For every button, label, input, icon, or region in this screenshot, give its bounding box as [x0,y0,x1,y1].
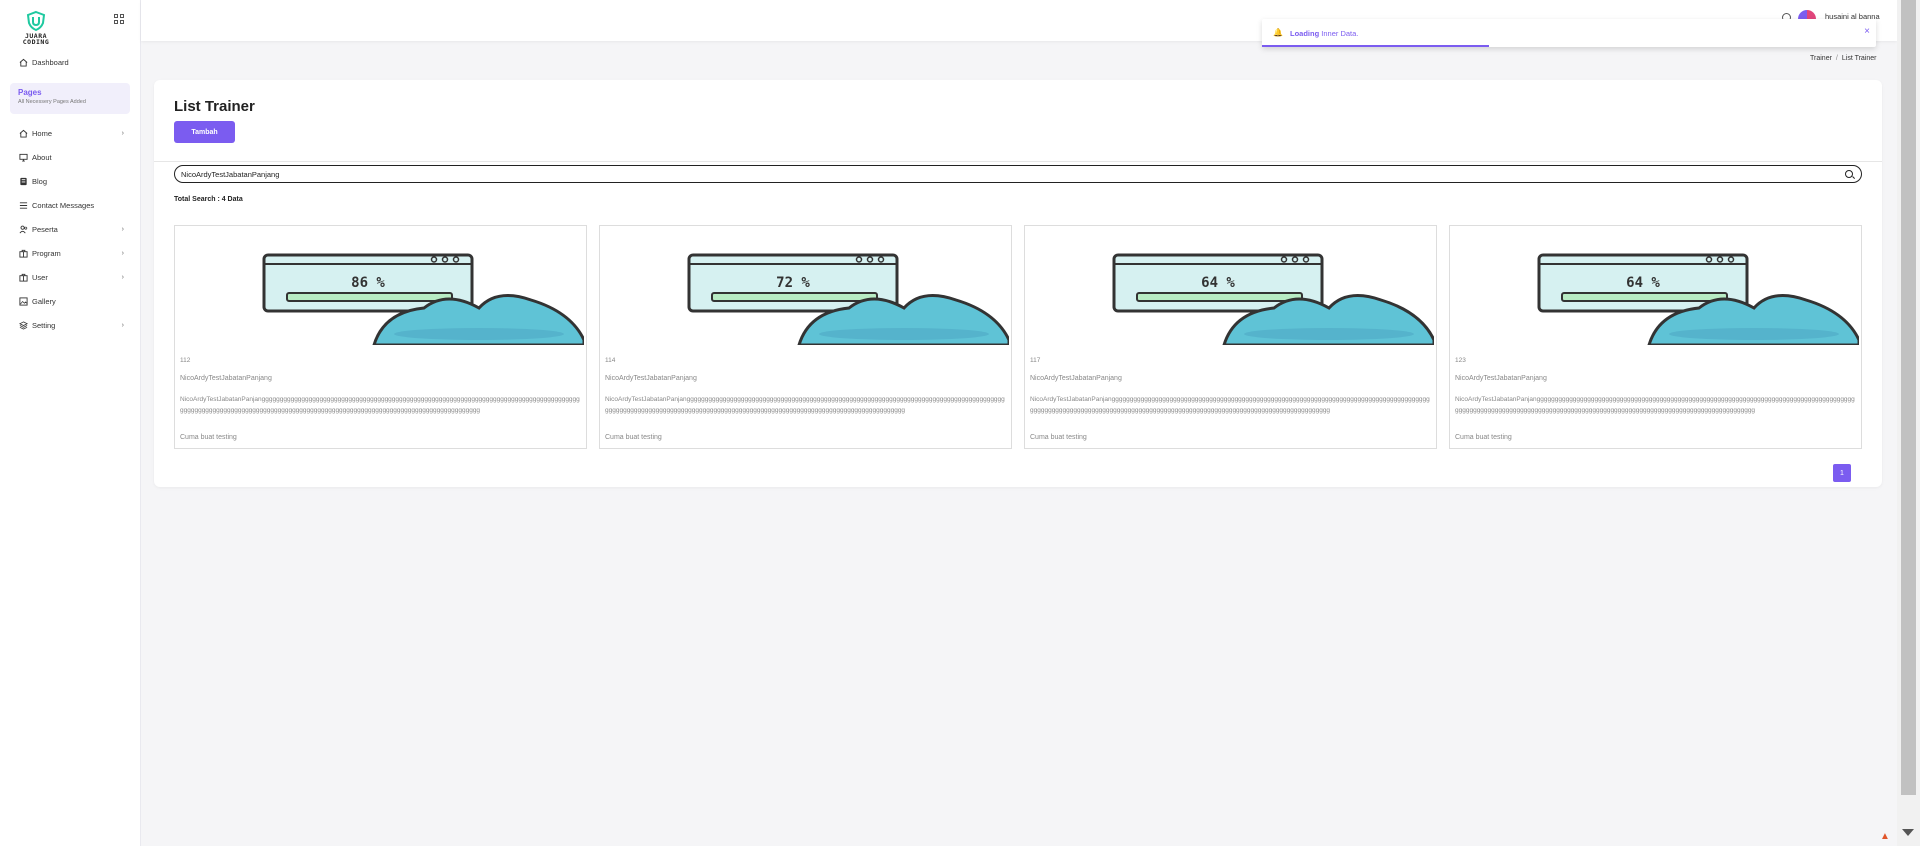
trainer-id: 112 [180,357,191,364]
pages-section[interactable]: Pages All Necessery Pages Added [10,83,130,114]
chevron-right-icon: › [121,321,124,329]
breadcrumb-separator: / [1835,55,1838,62]
sidebar-item-home[interactable]: Home › [18,127,124,139]
home-icon [18,57,28,67]
trainer-card[interactable]: 86 % 112 NicoArdyTestJabatanPanjang Nico… [174,225,587,449]
users-icon [18,224,28,234]
sidebar-item-label: Peserta [32,224,58,234]
sidebar-item-user[interactable]: User › [18,271,124,283]
sidebar-item-label: Gallery [32,296,56,306]
total-search-count: Total Search : 4 Data [174,196,243,203]
trainer-id: 117 [1030,357,1041,364]
trainer-grid: 86 % 112 NicoArdyTestJabatanPanjang Nico… [174,225,1862,450]
trainer-card[interactable]: 72 % 114 NicoArdyTestJabatanPanjang Nico… [599,225,1012,449]
sidebar-item-blog[interactable]: Blog [18,175,124,187]
chevron-right-icon: › [121,273,124,281]
sidebar-item-label: About [32,152,52,162]
divider [154,161,1882,162]
brand-logo[interactable]: JUARA CODING [14,10,58,45]
trainer-percent: 64 % [1626,275,1660,291]
add-trainer-button[interactable]: Tambah [174,121,235,143]
breadcrumb-parent[interactable]: Trainer [1810,55,1832,62]
search-input-value: NicoArdyTestJabatanPanjang [181,169,280,179]
toast-bold-text: Loading [1290,29,1320,38]
trainer-illustration: 72 % [687,253,1009,345]
pages-subtitle: All Necessery Pages Added [18,99,86,105]
chevron-right-icon: › [121,225,124,233]
close-icon[interactable]: × [1864,26,1870,37]
monitor-icon [18,152,28,162]
sidebar-item-label: Setting [32,320,56,330]
scroll-down-arrow-icon[interactable] [1902,829,1914,836]
blog-icon [18,176,28,186]
trainer-illustration: 64 % [1112,253,1434,345]
trainer-note: Cuma buat testing [605,434,662,441]
toast-message: Loading Inner Data. [1290,29,1358,38]
pagination-page-button[interactable]: 1 [1833,464,1851,482]
search-icon[interactable] [1845,170,1853,178]
sidebar-item-label: Contact Messages [32,200,95,210]
trainer-description: NicoArdyTestJabatanPanjanggggggggggggggg… [1455,396,1855,414]
trainer-note: Cuma buat testing [1455,434,1512,441]
trainer-illustration: 86 % [262,253,584,345]
bell-icon: 🔔 [1273,28,1283,37]
trainer-name: NicoArdyTestJabatanPanjang [1030,375,1122,382]
trainer-note: Cuma buat testing [1030,434,1087,441]
page-title: List Trainer [174,98,255,115]
sidebar-item-label: Dashboard [32,57,69,67]
sidebar-item-about[interactable]: About [18,151,124,163]
sidebar-toggle-icon[interactable] [114,14,124,24]
sidebar-item-label: Home [32,128,53,138]
trainer-description: NicoArdyTestJabatanPanjanggggggggggggggg… [180,396,580,414]
toast-progress-bar [1262,45,1490,47]
trainer-percent: 72 % [776,275,810,291]
trainer-id: 123 [1455,357,1466,364]
trainer-name: NicoArdyTestJabatanPanjang [180,375,272,382]
brand-text: JUARA CODING [22,33,50,46]
search-input[interactable]: NicoArdyTestJabatanPanjang [174,165,1862,183]
layers-icon [18,320,28,330]
briefcase-icon [18,272,28,282]
trainer-name: NicoArdyTestJabatanPanjang [605,375,697,382]
trainer-list-card: List Trainer Tambah NicoArdyTestJabatanP… [154,80,1882,487]
flame-icon: ▲ [1880,831,1890,842]
shield-logo-icon [26,10,46,32]
breadcrumb-current: List Trainer [1841,55,1877,62]
loading-toast: 🔔 Loading Inner Data. × [1262,19,1876,47]
home-icon [18,128,28,138]
sidebar-item-gallery[interactable]: Gallery [18,295,124,307]
briefcase-icon [18,248,28,258]
brand-line-2: CODING [22,38,50,46]
sidebar-item-label: Blog [32,176,48,186]
trainer-description: NicoArdyTestJabatanPanjanggggggggggggggg… [605,396,1005,414]
trainer-card[interactable]: 64 % 123 NicoArdyTestJabatanPanjang Nico… [1449,225,1862,449]
trainer-card[interactable]: 64 % 117 NicoArdyTestJabatanPanjang Nico… [1024,225,1437,449]
trainer-percent: 86 % [351,275,385,291]
chevron-right-icon: › [121,129,124,137]
trainer-illustration: 64 % [1537,253,1859,345]
trainer-id: 114 [605,357,616,364]
scrollbar[interactable] [1897,0,1920,846]
pages-title: Pages [18,88,42,97]
sidebar-item-label: Program [32,248,61,258]
sidebar-item-label: User [32,272,48,282]
sidebar-item-peserta[interactable]: Peserta › [18,223,124,235]
list-icon [18,200,28,210]
sidebar-item-program[interactable]: Program › [18,247,124,259]
scrollbar-thumb[interactable] [1901,0,1916,795]
sidebar: JUARA CODING Dashboard Pages All Necesse… [0,0,141,846]
chevron-right-icon: › [121,249,124,257]
trainer-note: Cuma buat testing [180,434,237,441]
trainer-percent: 64 % [1201,275,1235,291]
breadcrumb: Trainer / List Trainer [1810,55,1877,62]
toast-text: Inner Data. [1321,29,1359,38]
trainer-description: NicoArdyTestJabatanPanjanggggggggggggggg… [1030,396,1430,414]
image-icon [18,296,28,306]
trainer-name: NicoArdyTestJabatanPanjang [1455,375,1547,382]
sidebar-item-setting[interactable]: Setting › [18,319,124,331]
sidebar-item-dashboard[interactable]: Dashboard [18,56,124,68]
sidebar-item-contact-messages[interactable]: Contact Messages [18,199,124,211]
